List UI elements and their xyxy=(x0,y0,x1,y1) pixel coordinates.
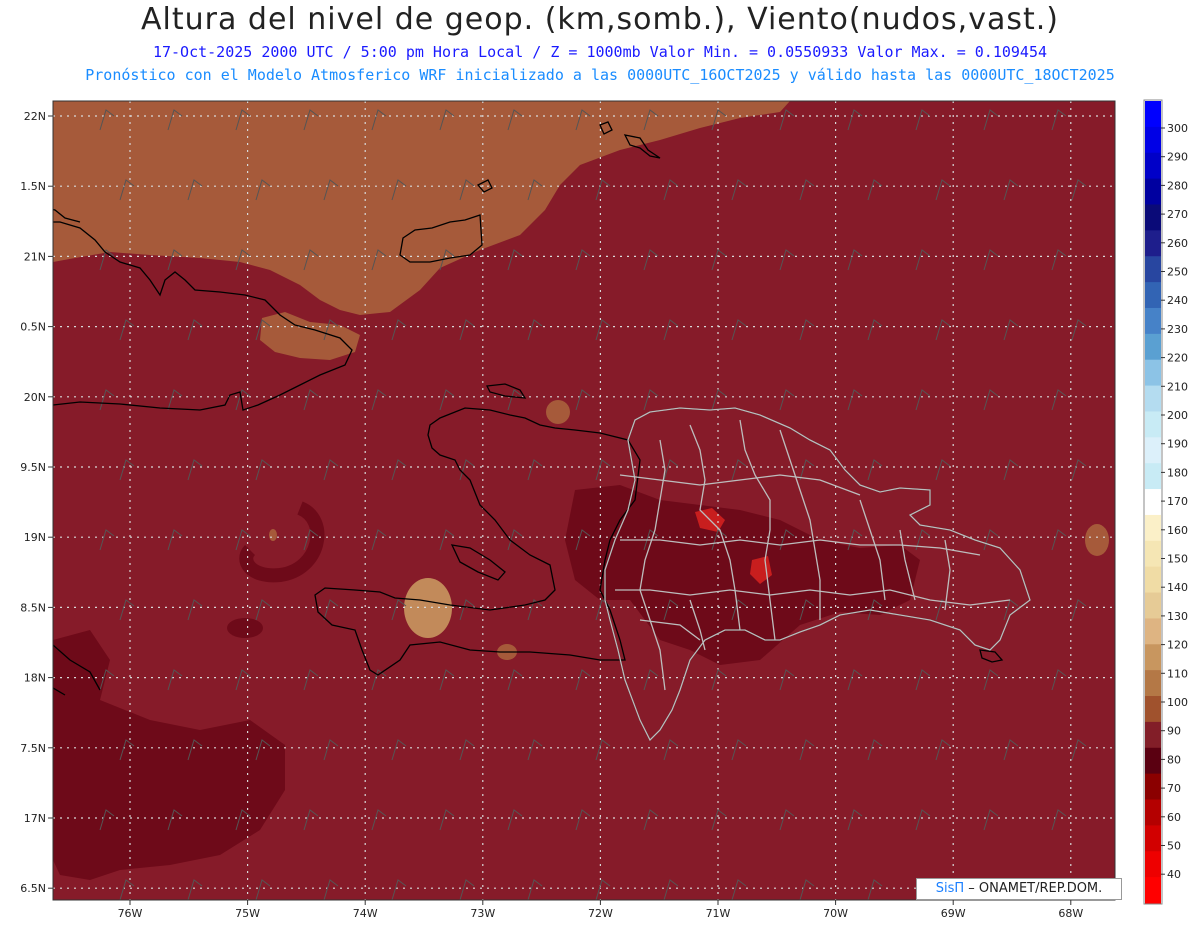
latitude-labels: 22N 1.5N 21N 0.5N 20N 9.5N 19N 8.5N 18N 7.5N 17N 6.… xyxy=(20,110,53,895)
colorbar-label: 140 xyxy=(1167,581,1188,594)
colorbar-swatch xyxy=(1145,644,1161,671)
colorbar-label: 50 xyxy=(1167,840,1181,853)
latitude-label: 18N xyxy=(24,672,46,685)
colorbar-swatch xyxy=(1145,333,1161,361)
latitude-label: 19N xyxy=(24,531,46,544)
colorbar-label: 270 xyxy=(1167,208,1188,221)
colorbar: 300 290 280 270 260 250 240 230 220 210 200 190 180 1… xyxy=(1143,99,1188,905)
colorbar-label: 220 xyxy=(1167,352,1188,365)
latitude-label: 1.5N xyxy=(20,180,46,193)
colorbar-swatch xyxy=(1145,773,1161,801)
colorbar-label: 290 xyxy=(1167,151,1188,164)
colorbar-swatch xyxy=(1145,514,1161,542)
colorbar-swatch xyxy=(1145,204,1161,231)
longitude-label: 75W xyxy=(235,907,260,920)
colorbar-swatch xyxy=(1145,307,1161,335)
colorbar-swatch xyxy=(1145,747,1161,775)
longitude-label: 70W xyxy=(823,907,848,920)
latitude-label: 7.5N xyxy=(20,742,46,755)
colorbar-label: 210 xyxy=(1167,380,1188,393)
colorbar-swatch xyxy=(1145,282,1161,309)
longitude-label: 74W xyxy=(353,907,378,920)
colorbar-label: 60 xyxy=(1167,811,1181,824)
colorbar-label: 150 xyxy=(1167,553,1188,566)
colorbar-label: 240 xyxy=(1167,294,1188,307)
geopotential-tan-blob xyxy=(269,529,277,541)
latitude-label: 22N xyxy=(24,110,46,123)
colorbar-swatch xyxy=(1145,540,1161,568)
latitude-label: 8.5N xyxy=(20,601,46,614)
credit-brand: SisΠ xyxy=(935,881,965,896)
longitude-label: 71W xyxy=(706,907,731,920)
longitude-label: 76W xyxy=(118,907,143,920)
colorbar-label: 230 xyxy=(1167,323,1188,336)
colorbar-label: 180 xyxy=(1167,466,1188,479)
colorbar-swatch xyxy=(1145,721,1161,749)
credit-text: – ONAMET/REP.DOM. xyxy=(968,881,1103,896)
colorbar-label: 110 xyxy=(1167,667,1188,680)
colorbar-swatch xyxy=(1145,359,1161,387)
geopotential-tan-blob xyxy=(546,400,570,424)
colorbar-swatch xyxy=(1145,411,1161,438)
colorbar-swatch xyxy=(1145,463,1161,490)
colorbar-swatch xyxy=(1145,566,1161,594)
colorbar-label: 250 xyxy=(1167,266,1188,279)
colorbar-label: 160 xyxy=(1167,524,1188,537)
colorbar-label: 300 xyxy=(1167,122,1188,135)
colorbar-label: 80 xyxy=(1167,753,1181,766)
longitude-label: 68W xyxy=(1058,907,1083,920)
colorbar-swatch xyxy=(1145,799,1161,826)
colorbar-swatch xyxy=(1145,152,1161,180)
latitude-label: 21N xyxy=(24,250,46,263)
colorbar-swatch xyxy=(1145,385,1161,412)
latitude-label: 20N xyxy=(24,391,46,404)
latitude-label: 0.5N xyxy=(20,321,46,334)
longitude-label: 73W xyxy=(470,907,495,920)
colorbar-swatch xyxy=(1145,126,1161,154)
colorbar-label: 280 xyxy=(1167,179,1188,192)
colorbar-swatch xyxy=(1145,877,1161,904)
colorbar-label: 170 xyxy=(1167,495,1188,508)
colorbar-label: 260 xyxy=(1167,237,1188,250)
colorbar-swatch xyxy=(1145,178,1161,205)
colorbar-label: 90 xyxy=(1167,725,1181,738)
colorbar-swatch xyxy=(1145,230,1161,257)
colorbar-swatch xyxy=(1145,670,1161,697)
latitude-label: 6.5N xyxy=(20,882,46,895)
colorbar-swatch xyxy=(1145,256,1161,283)
colorbar-swatch xyxy=(1145,101,1161,128)
colorbar-label: 200 xyxy=(1167,409,1188,422)
colorbar-label: 70 xyxy=(1167,782,1181,795)
longitude-labels: 76W 75W 74W 73W 72W 71W 70W 69W 68W xyxy=(118,900,1083,920)
colorbar-swatch xyxy=(1145,696,1161,723)
geopotential-dark-spot xyxy=(227,618,263,638)
colorbar-label: 120 xyxy=(1167,639,1188,652)
credit-box: SisΠ – ONAMET/REP.DOM. xyxy=(916,878,1122,900)
colorbar-label: 190 xyxy=(1167,438,1188,451)
colorbar-swatch xyxy=(1145,489,1161,516)
geopotential-tan-blob xyxy=(1085,524,1109,556)
colorbar-swatch xyxy=(1145,592,1161,619)
colorbar-swatch xyxy=(1145,618,1161,645)
colorbar-label: 40 xyxy=(1167,868,1181,881)
colorbar-swatch xyxy=(1145,851,1161,878)
colorbar-label: 130 xyxy=(1167,610,1188,623)
latitude-label: 9.5N xyxy=(20,461,46,474)
longitude-label: 69W xyxy=(941,907,966,920)
latitude-label: 17N xyxy=(24,812,46,825)
colorbar-label: 100 xyxy=(1167,696,1188,709)
longitude-label: 72W xyxy=(588,907,613,920)
colorbar-swatch xyxy=(1145,825,1161,852)
colorbar-swatch xyxy=(1145,437,1161,464)
weather-map: 22N 1.5N 21N 0.5N 20N 9.5N 19N 8.5N 18N 7.5N 17N 6.… xyxy=(20,99,1188,920)
